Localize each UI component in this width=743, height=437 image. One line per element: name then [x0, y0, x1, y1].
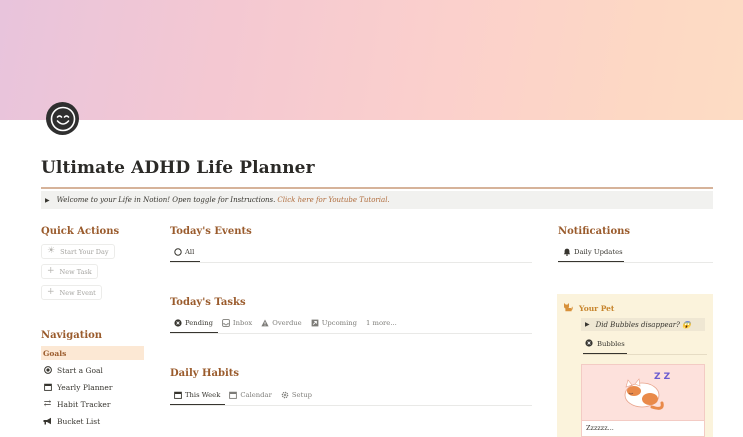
new-task-button[interactable]: + New Task: [41, 264, 98, 279]
page-title: Ultimate ADHD Life Planner: [41, 158, 315, 178]
daily-habits-heading: Daily Habits: [170, 368, 240, 379]
tab-label: Overdue: [272, 319, 302, 327]
tab-this-week[interactable]: This Week: [174, 388, 220, 402]
events-view-tabs: All: [174, 245, 194, 259]
tab-upcoming[interactable]: Upcoming: [311, 316, 357, 330]
warning-icon: [261, 319, 269, 327]
nav-item-habit-tracker[interactable]: ⇄ Habit Tracker: [41, 397, 144, 411]
youtube-tutorial-link[interactable]: Click here for Youtube Tutorial.: [277, 196, 389, 204]
tab-label: Calendar: [240, 391, 272, 399]
pet-title-label: Your Pet: [579, 303, 615, 313]
plus-icon: +: [47, 287, 55, 297]
tab-bubbles[interactable]: Bubbles: [585, 339, 625, 349]
pet-title: Your Pet: [563, 302, 614, 314]
welcome-toggle[interactable]: ▶ Welcome to your Life in Notion! Open t…: [41, 191, 713, 209]
tab-label: Bubbles: [597, 340, 625, 348]
tasks-tabs-divider: [170, 333, 532, 334]
bubbles-toggle[interactable]: ▶ Did Bubbles disappear? 😱: [581, 318, 705, 331]
cat-icon: [563, 302, 573, 314]
tab-overdue[interactable]: Overdue: [261, 316, 302, 330]
events-tabs-divider: [170, 262, 532, 263]
toggle-triangle-icon[interactable]: ▶: [45, 197, 50, 204]
start-your-day-button[interactable]: ☀ Start Your Day: [41, 244, 115, 259]
x-circle-icon: [174, 319, 182, 327]
notifications-heading: Notifications: [558, 226, 631, 237]
pet-card: Your Pet ▶ Did Bubbles disappear? 😱 Bubb…: [557, 294, 713, 437]
tab-label: All: [185, 248, 195, 256]
tasks-view-tabs: Pending Inbox Overdue Upcoming 1 more...: [174, 316, 397, 330]
pet-tabs-divider: [583, 354, 707, 355]
habits-view-tabs: This Week Calendar Setup: [174, 388, 312, 402]
habits-tabs-divider: [170, 405, 532, 406]
sun-icon: ☀: [47, 246, 56, 256]
megaphone-icon: [43, 417, 52, 426]
nav-item-label: Habit Tracker: [57, 399, 111, 409]
calendar-icon: [174, 391, 182, 399]
nav-item-yearly-planner[interactable]: Yearly Planner: [41, 380, 144, 394]
new-event-button[interactable]: + New Event: [41, 285, 102, 300]
sleep-z-text: Z Z: [654, 372, 671, 382]
x-circle-icon: [585, 339, 593, 349]
inbox-icon: [222, 319, 230, 327]
notifications-view-tabs: Daily Updates: [563, 245, 623, 259]
nav-item-start-a-goal[interactable]: Start a Goal: [41, 363, 144, 377]
tab-more[interactable]: 1 more...: [366, 316, 397, 330]
button-label: New Task: [59, 267, 92, 276]
tab-label: Upcoming: [321, 319, 358, 327]
tab-all[interactable]: All: [174, 245, 194, 259]
upcoming-icon: [311, 319, 319, 327]
tab-pending[interactable]: Pending: [174, 316, 213, 330]
button-label: Start Your Day: [60, 247, 109, 256]
tab-label: 1 more...: [366, 319, 397, 327]
navigation-heading: Navigation: [41, 330, 103, 341]
tab-daily-updates[interactable]: Daily Updates: [563, 245, 623, 259]
circle-icon: [174, 248, 182, 256]
nav-item-bucket-list[interactable]: Bucket List: [41, 414, 144, 428]
toggle-triangle-icon[interactable]: ▶: [585, 321, 590, 328]
title-divider: [41, 187, 713, 189]
todays-tasks-heading: Today's Tasks: [170, 297, 246, 308]
nav-item-label: Start a Goal: [57, 365, 103, 375]
bell-icon: [563, 248, 571, 256]
plus-icon: +: [47, 266, 55, 276]
tab-setup[interactable]: Setup: [281, 388, 312, 402]
tab-label: Setup: [291, 391, 312, 399]
nav-item-label: Yearly Planner: [57, 382, 113, 392]
notifications-tabs-divider: [558, 262, 713, 263]
welcome-text: Welcome to your Life in Notion! Open tog…: [56, 196, 276, 204]
sleeping-cat-image: Z Z: [581, 364, 705, 420]
tab-label: Inbox: [232, 319, 253, 327]
nav-item-label: Goals: [43, 348, 67, 358]
nav-item-goals[interactable]: Goals: [41, 346, 144, 360]
tab-label: This Week: [185, 391, 221, 399]
calendar-icon: [43, 383, 52, 392]
tab-calendar[interactable]: Calendar: [229, 388, 272, 402]
tab-label: Pending: [185, 319, 213, 327]
page-cover: [0, 0, 743, 120]
repeat-icon: ⇄: [43, 399, 52, 409]
target-icon: [43, 366, 52, 375]
tab-label: Daily Updates: [574, 248, 623, 256]
tab-inbox[interactable]: Inbox: [222, 316, 252, 330]
nav-item-label: Bucket List: [57, 416, 101, 426]
pet-caption: Zzzzzz...: [581, 420, 705, 437]
toggle-label: Did Bubbles disappear? 😱: [595, 320, 691, 329]
todays-events-heading: Today's Events: [170, 226, 252, 237]
button-label: New Event: [59, 288, 96, 297]
smiling-face-icon[interactable]: [46, 102, 79, 135]
calendar-icon: [229, 391, 238, 399]
gear-icon: [281, 391, 289, 399]
quick-actions-heading: Quick Actions: [41, 226, 120, 237]
